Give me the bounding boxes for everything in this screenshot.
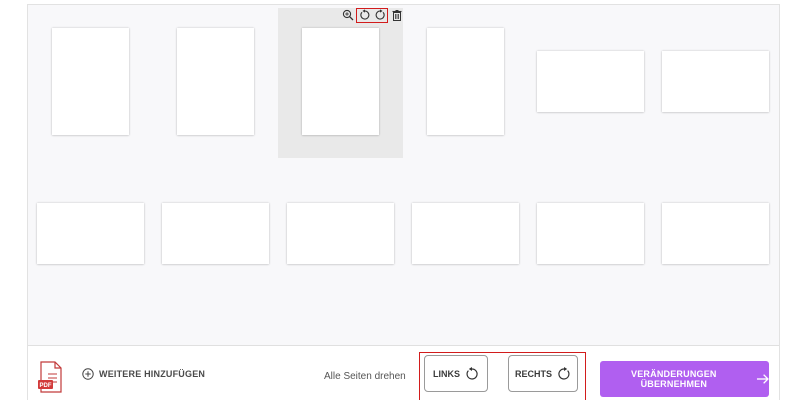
rotate-left-icon bbox=[466, 366, 478, 380]
rotate-all-label: Alle Seiten drehen bbox=[324, 371, 406, 382]
bottom-toolbar: PDF WEITERE HINZUFÜGEN Alle Seiten drehe… bbox=[28, 345, 779, 400]
page-thumbnail[interactable] bbox=[427, 28, 504, 135]
page-thumbnail[interactable] bbox=[287, 203, 394, 264]
page-thumbnail[interactable] bbox=[537, 203, 644, 264]
page-thumbnail[interactable] bbox=[662, 203, 769, 264]
apply-changes-label: VERÄNDERUNGEN ÜBERNEHMEN bbox=[631, 369, 717, 389]
rotate-right-button[interactable]: RECHTS bbox=[508, 355, 578, 392]
plus-circle-icon bbox=[82, 368, 94, 380]
zoom-in-icon[interactable] bbox=[341, 9, 354, 22]
rotate-right-label: RECHTS bbox=[514, 368, 552, 379]
pdf-file-icon: PDF bbox=[38, 361, 64, 393]
page-thumbnail[interactable] bbox=[37, 203, 144, 264]
rotate-right-icon bbox=[558, 366, 570, 380]
page-thumbnail[interactable] bbox=[52, 28, 129, 135]
page-thumbnail[interactable] bbox=[177, 28, 254, 135]
rotate-right-icon[interactable] bbox=[373, 9, 386, 22]
page-grid bbox=[28, 5, 779, 345]
trash-icon[interactable] bbox=[390, 9, 403, 22]
rotate-left-label: LINKS bbox=[433, 368, 460, 379]
add-more-button[interactable]: WEITERE HINZUFÜGEN bbox=[82, 368, 205, 380]
arrow-right-icon bbox=[756, 374, 769, 384]
editor-frame: PDF WEITERE HINZUFÜGEN Alle Seiten drehe… bbox=[27, 4, 780, 400]
page-thumbnail[interactable] bbox=[162, 203, 269, 264]
page-thumbnail[interactable] bbox=[302, 28, 379, 135]
rotate-left-icon[interactable] bbox=[358, 9, 371, 22]
apply-changes-button[interactable]: VERÄNDERUNGEN ÜBERNEHMEN bbox=[600, 361, 769, 397]
pdf-badge-text: PDF bbox=[40, 383, 52, 389]
page-thumbnail[interactable] bbox=[662, 51, 769, 112]
add-more-label: WEITERE HINZUFÜGEN bbox=[99, 369, 206, 379]
rotate-left-button[interactable]: LINKS bbox=[424, 355, 488, 392]
page-thumbnail[interactable] bbox=[412, 203, 519, 264]
page-thumbnail[interactable] bbox=[537, 51, 644, 112]
rotate-controls-highlight bbox=[356, 7, 388, 23]
page-toolbar bbox=[341, 7, 403, 23]
